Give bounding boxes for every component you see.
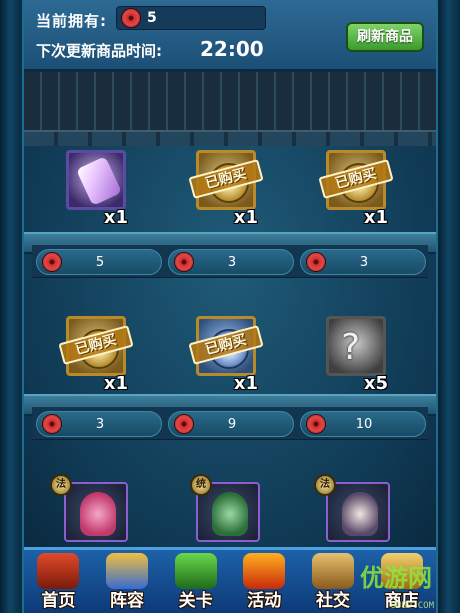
- price-value: 9: [227, 417, 237, 432]
- nav-label: 社交: [315, 591, 350, 611]
- left-frame: [0, 0, 24, 613]
- owned-label: 当前拥有:: [36, 12, 107, 30]
- hero-portrait: [80, 492, 116, 536]
- refresh-time: 22:00: [200, 37, 264, 61]
- item-quantity: x1: [103, 373, 128, 394]
- shop-shelves: x1 已购买 x1 已购买 x1 5 3 3 已购买 x1 已购买 x1 ? x…: [24, 72, 436, 547]
- hero-portrait: [342, 492, 378, 536]
- shop-item[interactable]: 已购买 x1: [58, 316, 134, 394]
- item-quantity: x5: [363, 373, 388, 394]
- item-quantity: x1: [233, 373, 258, 394]
- price-row: 3 9 10: [32, 406, 428, 440]
- flower-currency-icon: [175, 253, 193, 271]
- price-tag: 3: [168, 249, 294, 275]
- nav-label: 关卡: [178, 591, 213, 611]
- nav-social[interactable]: 社交: [300, 551, 366, 613]
- price-tag: 3: [36, 411, 162, 437]
- flame-icon: [243, 553, 286, 589]
- hero-card[interactable]: [326, 482, 390, 542]
- shop-item[interactable]: 已购买 x1: [188, 150, 264, 228]
- right-frame: [436, 0, 460, 613]
- class-badge: 法: [314, 474, 336, 496]
- price-value: 5: [95, 255, 105, 270]
- nav-home[interactable]: 首页: [25, 551, 91, 613]
- price-row: 5 3 3: [32, 244, 428, 278]
- item-frame: [66, 150, 126, 210]
- shop-item[interactable]: ? x5: [326, 316, 388, 394]
- map-icon: [174, 553, 217, 589]
- shop-item[interactable]: 已购买 x1: [188, 316, 264, 394]
- price-value: 3: [227, 255, 237, 270]
- price-value: 10: [355, 417, 373, 432]
- price-value: 3: [95, 417, 105, 432]
- refresh-goods-button[interactable]: 刷新商品: [346, 22, 424, 52]
- price-tag: 9: [168, 411, 294, 437]
- nav-lineup[interactable]: 阵容: [94, 551, 160, 613]
- nav-stages[interactable]: 关卡: [163, 551, 229, 613]
- owned-value: 5: [147, 10, 157, 26]
- price-tag: 3: [300, 249, 426, 275]
- watermark-logo: 优游网: [360, 564, 432, 592]
- nav-label: 首页: [41, 591, 76, 611]
- flower-currency-icon: [175, 415, 193, 433]
- currency-display: 5: [116, 6, 266, 30]
- shield-icon: [105, 553, 148, 589]
- scroll-icon: [76, 156, 122, 206]
- item-frame: ?: [326, 316, 386, 376]
- puzzle-icon: ?: [341, 327, 361, 368]
- nav-label: 阵容: [109, 591, 144, 611]
- refresh-time-label: 下次更新商品时间:: [36, 42, 162, 60]
- people-icon: [311, 553, 354, 589]
- nav-events[interactable]: 活动: [231, 551, 297, 613]
- item-quantity: x1: [103, 207, 128, 228]
- hero-card[interactable]: [64, 482, 128, 542]
- watermark-url: UUU9.COM: [390, 601, 434, 611]
- class-badge: 统: [190, 474, 212, 496]
- hero-portrait: [212, 492, 248, 536]
- flower-currency-icon: [43, 253, 61, 271]
- price-value: 3: [359, 255, 369, 270]
- item-quantity: x1: [363, 207, 388, 228]
- class-badge: 法: [50, 474, 72, 496]
- nav-label: 活动: [247, 591, 282, 611]
- shop-item[interactable]: 已购买 x1: [318, 150, 394, 228]
- price-tag: 10: [300, 411, 426, 437]
- flower-currency-icon: [307, 253, 325, 271]
- shop-header: 当前拥有: 5 下次更新商品时间: 22:00 刷新商品: [24, 0, 436, 72]
- home-icon: [37, 553, 80, 589]
- flower-currency-icon: [307, 415, 325, 433]
- item-quantity: x1: [233, 207, 258, 228]
- roof-decoration: [24, 72, 436, 146]
- price-tag: 5: [36, 249, 162, 275]
- flower-currency-icon: [122, 9, 140, 27]
- shop-item[interactable]: x1: [66, 150, 128, 228]
- flower-currency-icon: [43, 415, 61, 433]
